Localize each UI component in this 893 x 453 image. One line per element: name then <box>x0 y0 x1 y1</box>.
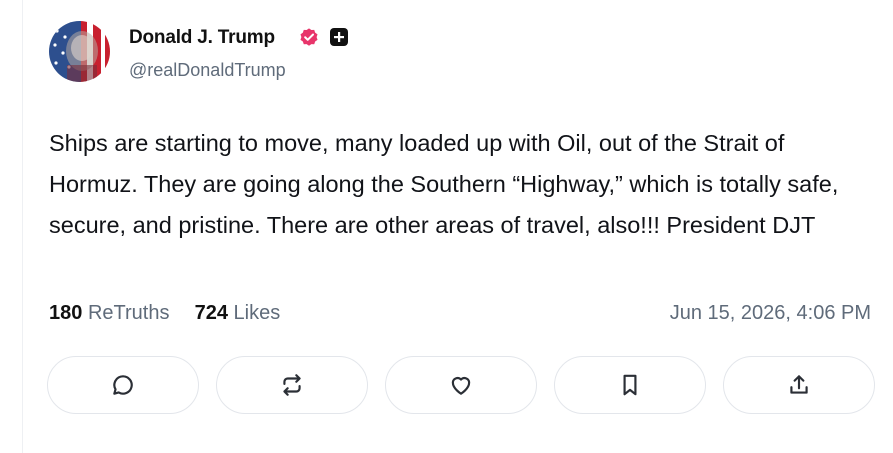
display-name[interactable]: Donald J. Trump <box>129 27 275 49</box>
retruths-stat[interactable]: 180 ReTruths <box>49 302 175 324</box>
action-bar <box>47 356 877 416</box>
repost-arrows-icon <box>283 374 301 396</box>
post-timestamp[interactable]: Jun 15, 2026, 4:06 PM <box>670 302 871 325</box>
bookmark-icon <box>623 374 637 396</box>
avatar-image <box>49 21 110 82</box>
divider <box>22 0 23 453</box>
like-button[interactable] <box>385 356 537 414</box>
post-stats: 180 ReTruths 724 Likes <box>49 302 280 325</box>
share-upload-icon <box>790 375 808 394</box>
retruths-label: ReTruths <box>87 302 170 324</box>
post-body: Ships are starting to move, many loaded … <box>49 130 839 238</box>
avatar[interactable] <box>49 21 110 82</box>
post-card: Donald J. Trump @realDonaldTrump Ships a… <box>0 0 893 453</box>
reply-button[interactable] <box>47 356 199 414</box>
heart-icon <box>451 377 471 395</box>
share-button[interactable] <box>723 356 875 414</box>
likes-stat[interactable]: 724 Likes <box>195 302 281 324</box>
retruths-count: 180 <box>49 302 83 324</box>
bookmark-button[interactable] <box>554 356 706 414</box>
comment-bubble-icon <box>113 375 133 395</box>
likes-label: Likes <box>233 302 281 324</box>
plus-square-icon[interactable] <box>329 27 349 47</box>
likes-count: 724 <box>194 302 228 324</box>
user-handle[interactable]: @realDonaldTrump <box>129 60 286 81</box>
retruth-button[interactable] <box>216 356 368 414</box>
verified-badge-icon <box>300 28 318 46</box>
